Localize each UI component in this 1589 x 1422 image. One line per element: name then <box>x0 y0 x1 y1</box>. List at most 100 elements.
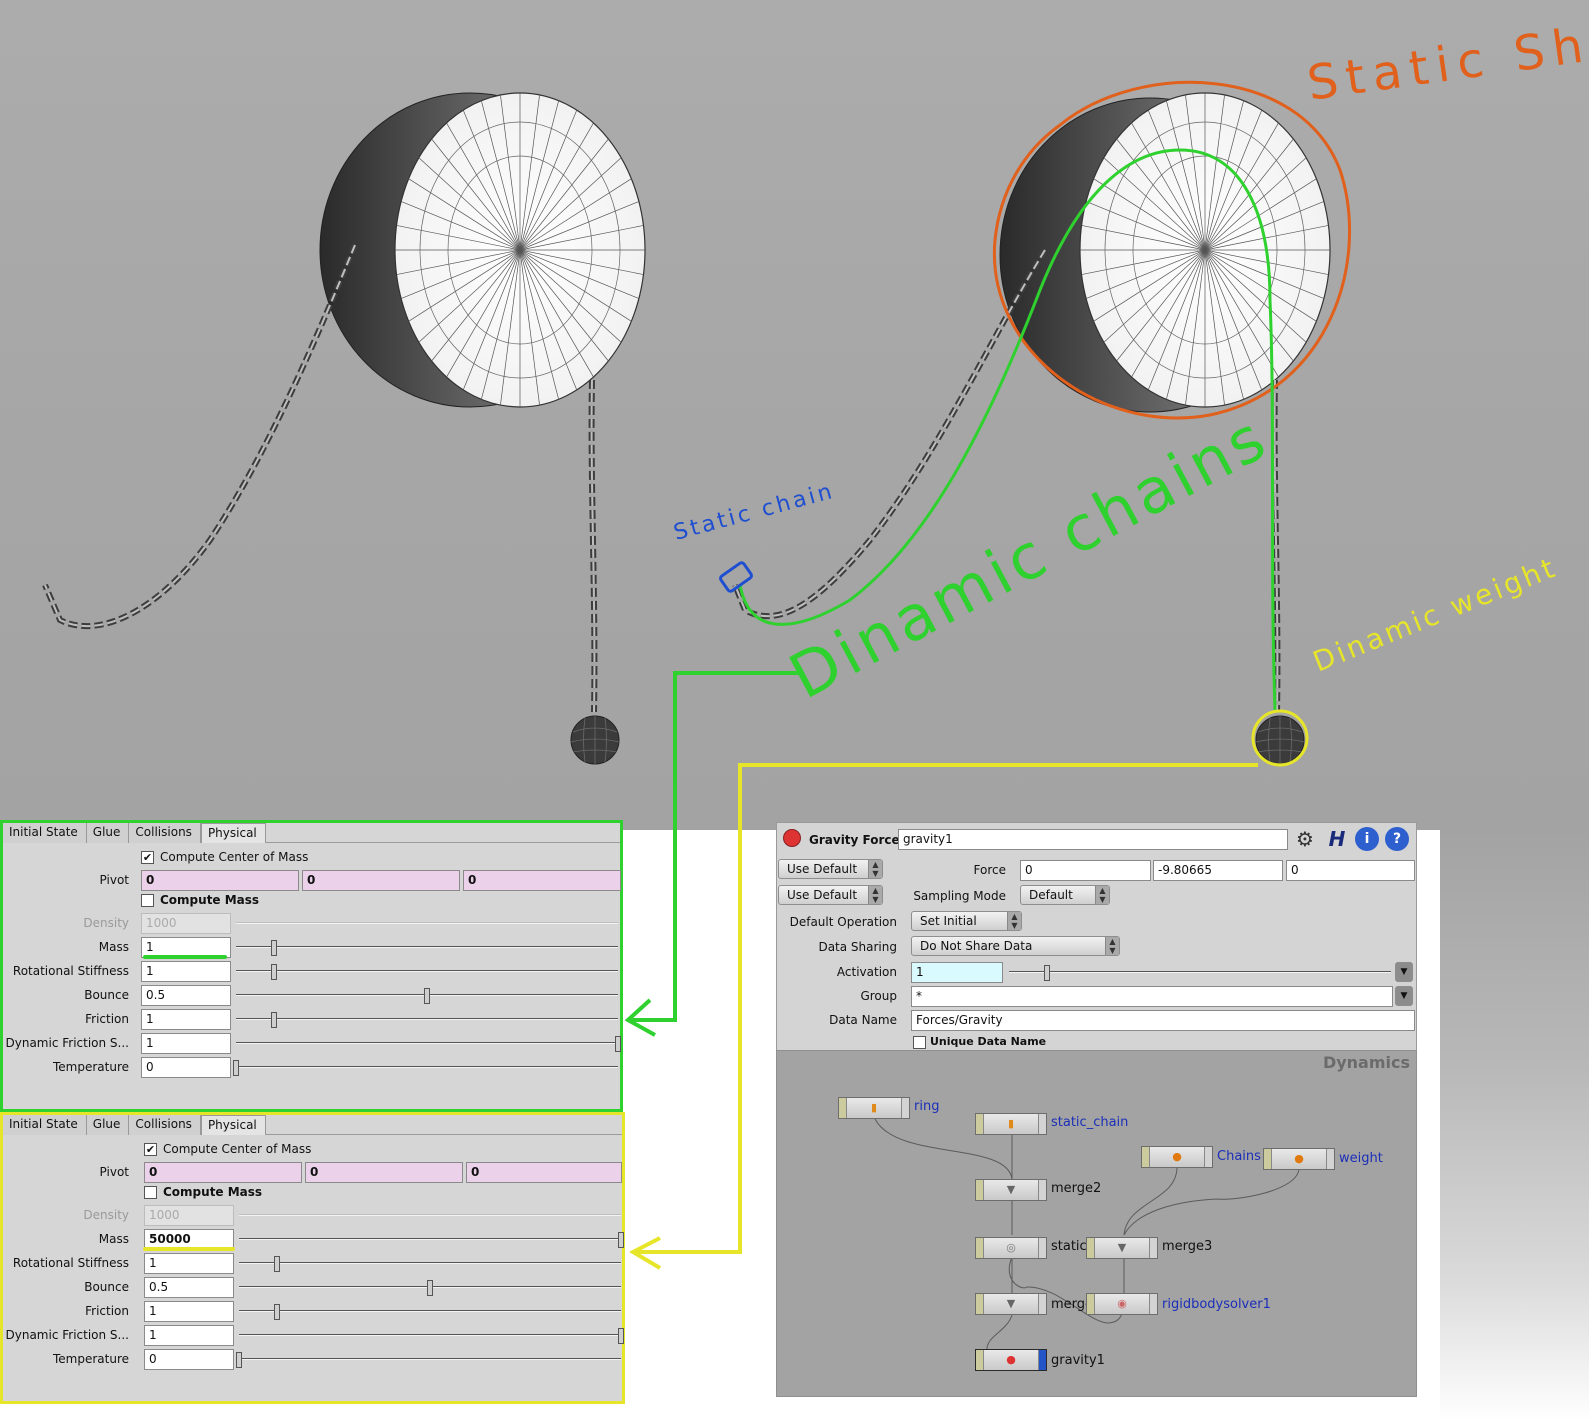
friction-field[interactable]: 1 <box>141 1009 231 1030</box>
gravity-node-icon <box>783 829 801 847</box>
dynamic-friction-slider[interactable] <box>236 1036 621 1052</box>
chevron-updown-icon: ▲ ▼ <box>1105 937 1119 955</box>
friction-label: Friction <box>85 1012 129 1026</box>
node-merge[interactable]: ▼ <box>975 1293 1047 1315</box>
density-slider <box>236 916 618 930</box>
node-merge3[interactable]: ▼ <box>1086 1237 1158 1259</box>
unique-data-name-checkbox[interactable] <box>913 1036 926 1049</box>
bounce-field[interactable]: 0.5 <box>144 1277 234 1298</box>
left-chain-dynamic <box>42 243 358 630</box>
node-type-label: Gravity Force <box>809 833 900 847</box>
force-label: Force <box>973 863 1006 877</box>
temperature-label: Temperature <box>52 1060 129 1074</box>
node-chains[interactable]: ● <box>1141 1146 1213 1168</box>
temperature-field[interactable]: 0 <box>144 1349 234 1370</box>
default-operation-label: Default Operation <box>789 915 897 929</box>
group-field[interactable]: * <box>911 986 1393 1007</box>
data-name-field[interactable]: Forces/Gravity <box>911 1010 1415 1031</box>
pivot-y-field[interactable]: 0 <box>302 870 460 891</box>
force-x-field[interactable]: 0 <box>1020 860 1151 881</box>
compute-center-of-mass-label: Compute Center of Mass <box>163 1142 312 1156</box>
tab-glue[interactable]: Glue <box>86 1115 130 1135</box>
sampling-mode-dropdown[interactable]: Default ▲ ▼ <box>1020 885 1110 905</box>
force-z-field[interactable]: 0 <box>1286 860 1415 881</box>
right-wheel <box>999 92 1331 413</box>
node-weight[interactable]: ● <box>1263 1148 1335 1170</box>
bounce-slider[interactable] <box>239 1280 621 1296</box>
merge-icon: ▼ <box>1006 1183 1016 1196</box>
density-label: Density <box>83 1208 129 1222</box>
rotational-stiffness-field[interactable]: 1 <box>144 1253 234 1274</box>
pivot-x-field[interactable]: 0 <box>141 870 299 891</box>
node-merge2-label: merge2 <box>1051 1181 1102 1196</box>
friction-slider[interactable] <box>239 1304 621 1320</box>
sampling-use-default-dropdown[interactable]: Use Default ▲ ▼ <box>778 885 883 905</box>
activation-field[interactable]: 1 <box>911 962 1003 983</box>
compute-mass-label: Compute Mass <box>163 1185 263 1199</box>
rotational-stiffness-slider[interactable] <box>239 1256 621 1272</box>
dynamic-friction-field[interactable]: 1 <box>141 1033 231 1054</box>
dynamic-weight-label: Dinamic weight <box>1308 550 1561 678</box>
gear-icon[interactable]: ⚙ <box>1293 827 1317 851</box>
activation-slider[interactable] <box>1009 965 1391 981</box>
node-rigidbodysolver1-label: rigidbodysolver1 <box>1162 1297 1271 1312</box>
default-operation-dropdown[interactable]: Set Initial ▲ ▼ <box>911 911 1022 931</box>
temperature-field[interactable]: 0 <box>141 1057 231 1078</box>
node-rigidbodysolver1[interactable]: ◉ <box>1086 1293 1158 1315</box>
green-connector-arrow <box>624 671 800 1037</box>
rotational-stiffness-field[interactable]: 1 <box>141 961 231 982</box>
mass-label: Mass <box>98 1232 129 1246</box>
compute-mass-checkbox[interactable] <box>141 894 154 907</box>
activation-menu-arrow-icon[interactable]: ▼ <box>1395 962 1413 982</box>
mass-slider[interactable] <box>236 940 618 956</box>
temperature-slider[interactable] <box>236 1352 621 1368</box>
temperature-slider[interactable] <box>233 1060 618 1076</box>
compute-center-of-mass-checkbox[interactable]: ✔ <box>141 851 154 864</box>
pivot-z-field[interactable]: 0 <box>463 870 621 891</box>
info-icon[interactable]: i <box>1355 827 1379 851</box>
force-use-default-value: Use Default <box>787 862 858 876</box>
compute-mass-checkbox[interactable] <box>144 1186 157 1199</box>
tab-physical[interactable]: Physical <box>200 1115 266 1135</box>
tab-initial-state[interactable]: Initial State <box>3 823 87 843</box>
dynamics-network[interactable]: Dynamics ▮ ring ▮ static_chain ● Chains … <box>776 1050 1417 1397</box>
tab-physical[interactable]: Physical <box>200 823 266 843</box>
compute-center-of-mass-checkbox[interactable]: ✔ <box>144 1143 157 1156</box>
bounce-field[interactable]: 0.5 <box>141 985 231 1006</box>
density-field: 1000 <box>144 1205 234 1226</box>
node-staticsolver1[interactable]: ◎ <box>975 1237 1047 1259</box>
rigid-object-icon: ● <box>1294 1152 1304 1165</box>
node-weight-label: weight <box>1339 1151 1383 1166</box>
node-ring[interactable]: ▮ <box>838 1097 910 1119</box>
group-menu-arrow-icon[interactable]: ▼ <box>1395 986 1413 1006</box>
friction-field[interactable]: 1 <box>144 1301 234 1322</box>
mass-slider[interactable] <box>239 1232 624 1248</box>
mass-highlight-underline <box>143 955 227 959</box>
chevron-updown-icon: ▲ ▼ <box>1095 886 1109 904</box>
dynamic-friction-field[interactable]: 1 <box>144 1325 234 1346</box>
pivot-x-field[interactable]: 0 <box>144 1162 302 1183</box>
group-label: Group <box>860 989 897 1003</box>
dynamic-friction-slider[interactable] <box>239 1328 624 1344</box>
tab-collisions[interactable]: Collisions <box>129 823 201 843</box>
data-sharing-dropdown[interactable]: Do Not Share Data ▲ ▼ <box>911 936 1120 956</box>
force-y-field[interactable]: -9.80665 <box>1153 860 1283 881</box>
rotational-stiffness-slider[interactable] <box>236 964 618 980</box>
friction-label: Friction <box>85 1304 129 1318</box>
bounce-slider[interactable] <box>236 988 618 1004</box>
node-merge2[interactable]: ▼ <box>975 1179 1047 1201</box>
pivot-y-field[interactable]: 0 <box>305 1162 463 1183</box>
pivot-z-field[interactable]: 0 <box>466 1162 622 1183</box>
tab-glue[interactable]: Glue <box>86 823 130 843</box>
houdini-h-icon[interactable]: H <box>1325 827 1349 851</box>
node-gravity1[interactable]: ● <box>975 1349 1047 1371</box>
tab-collisions[interactable]: Collisions <box>129 1115 201 1135</box>
node-name-field[interactable]: gravity1 <box>898 829 1288 850</box>
tab-initial-state[interactable]: Initial State <box>3 1115 87 1135</box>
force-use-default-dropdown[interactable]: Use Default ▲ ▼ <box>778 859 883 879</box>
default-operation-value: Set Initial <box>920 914 977 928</box>
help-icon[interactable]: ? <box>1385 827 1409 851</box>
temperature-label: Temperature <box>52 1352 129 1366</box>
friction-slider[interactable] <box>236 1012 618 1028</box>
node-static-chain[interactable]: ▮ <box>975 1113 1047 1135</box>
